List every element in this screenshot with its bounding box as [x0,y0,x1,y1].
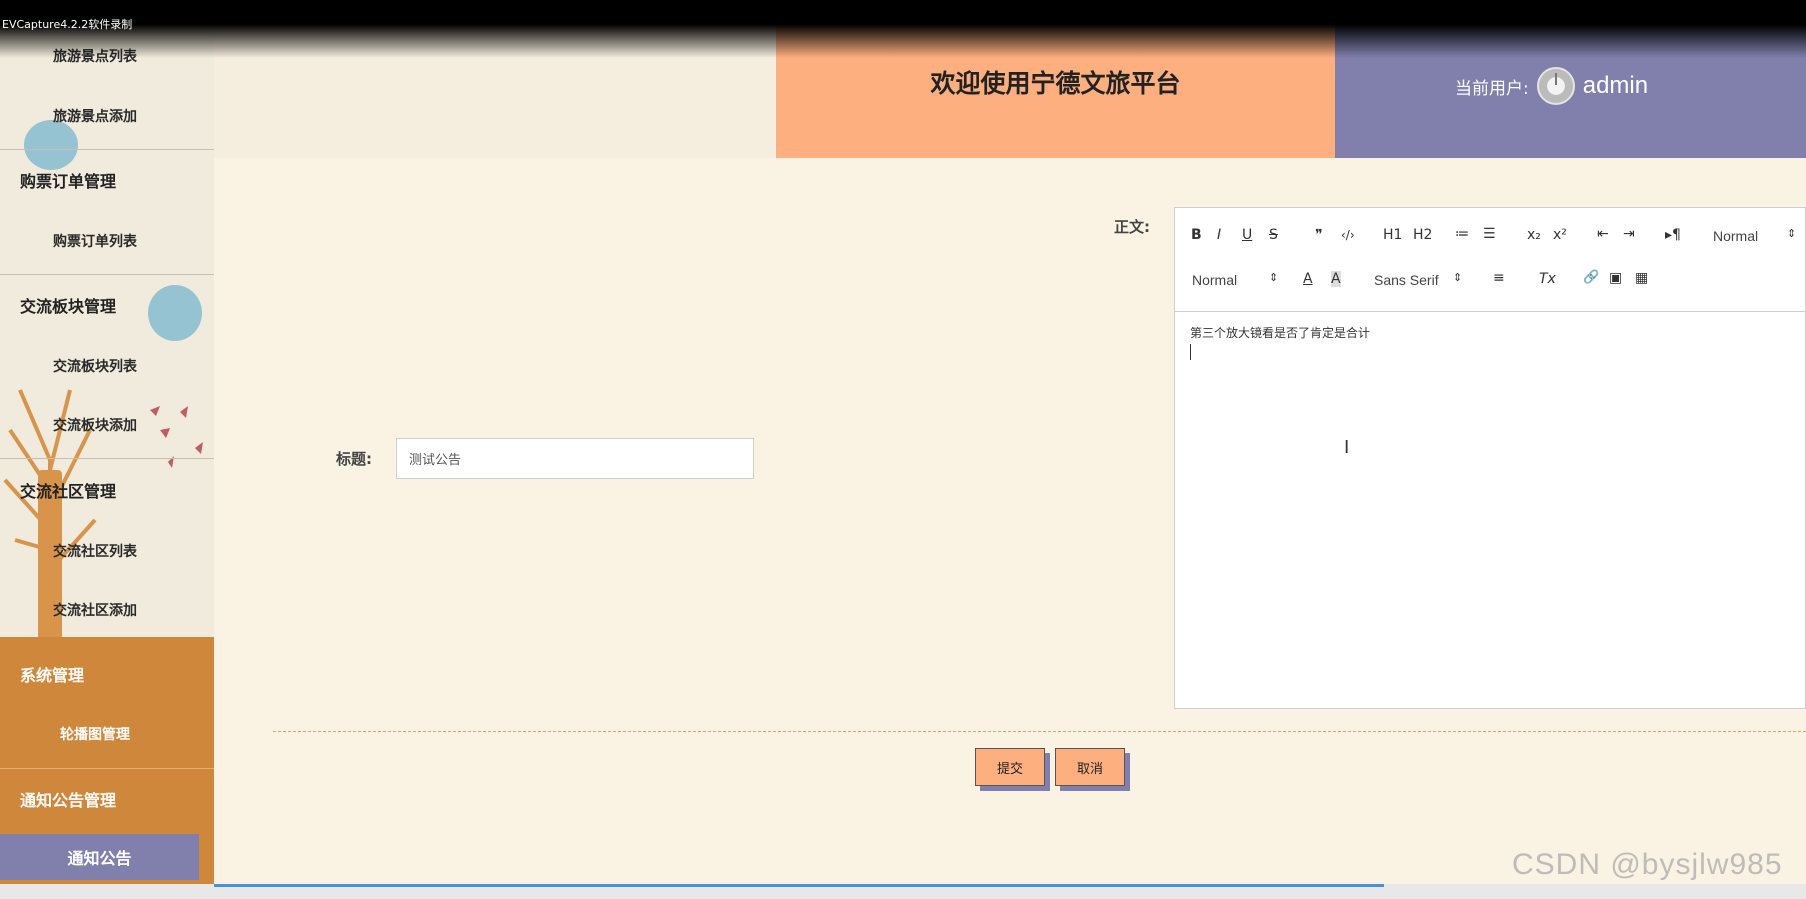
title-input[interactable] [396,438,754,479]
size-select[interactable]: Normal [1192,272,1237,288]
bottom-progress-bar [214,884,1384,887]
divider [0,274,214,275]
submit-button[interactable]: 提交 [975,748,1045,786]
divider [0,458,214,459]
chevron-updown-icon: ⇕ [1787,227,1797,240]
text-caret [1190,344,1191,360]
sidebar-item-scenic-list[interactable]: 旅游景点列表 [0,46,214,66]
outdent-icon[interactable]: ⇤ [1597,226,1609,242]
current-user-label: 当前用户: [1455,78,1529,99]
sidebar-item-label: 旅游景点添加 [53,109,137,125]
align-icon[interactable]: ≡ [1493,270,1505,286]
sidebar-item-label: 系统管理 [20,666,85,685]
app-frame: 欢迎使用宁德文旅平台 当前用户: admin 旅游景点列表 旅游景点添加 购票订… [0,0,1806,899]
italic-button[interactable]: I [1217,227,1221,243]
cloud-decoration [24,120,78,170]
sidebar-group-community[interactable]: 交流社区管理 [0,478,214,502]
sidebar-item-forum-section-add[interactable]: 交流板块添加 [0,415,214,435]
sidebar-item-ticket-order-list[interactable]: 购票订单列表 [0,231,214,251]
bold-button[interactable]: B [1191,227,1202,243]
text-direction-icon[interactable]: ▸¶ [1665,227,1681,243]
sidebar-item-label: 通知公告管理 [20,791,117,810]
sidebar-item-label: 交流板块添加 [53,418,137,434]
cancel-button[interactable]: 取消 [1055,748,1125,786]
header-left-panel [214,0,776,158]
sidebar-item-label: 交流板块列表 [53,359,137,375]
indent-icon[interactable]: ⇥ [1623,226,1635,242]
link-icon[interactable]: 🔗 [1583,270,1599,285]
sidebar-item-label: 交流社区列表 [53,544,137,560]
bullet-list-icon[interactable]: ☰ [1483,226,1496,242]
avatar[interactable] [1536,67,1575,105]
underline-button[interactable]: U [1242,227,1252,243]
sidebar-item-scenic-add[interactable]: 旅游景点添加 [0,106,214,126]
sidebar: 旅游景点列表 旅游景点添加 购票订单管理 购票订单列表 交流板块管理 交流板块列… [0,0,214,899]
divider [0,149,214,150]
strike-button[interactable]: S [1269,227,1278,243]
sidebar-item-label: 通知公告 [67,849,132,868]
sidebar-item-label: 旅游景点列表 [53,49,137,65]
body-label: 正文: [1114,218,1150,236]
sidebar-group-system[interactable]: 系统管理 [0,662,214,686]
sidebar-item-forum-section-list[interactable]: 交流板块列表 [0,356,214,376]
form-divider [273,731,1806,732]
image-icon[interactable]: ▣ [1609,270,1622,286]
sidebar-item-label: 交流社区添加 [53,603,137,619]
sidebar-item-community-add[interactable]: 交流社区添加 [0,600,214,620]
sidebar-group-forum-sections[interactable]: 交流板块管理 [0,293,214,317]
chevron-updown-icon: ⇕ [1453,271,1463,284]
header-select[interactable]: Normal [1713,228,1758,244]
ordered-list-icon[interactable]: ≔ [1455,226,1469,242]
sidebar-item-label: 购票订单列表 [53,234,137,250]
superscript-button[interactable]: x² [1553,227,1567,243]
sidebar-item-label: 购票订单管理 [20,172,117,191]
sidebar-item-label: 轮播图管理 [60,727,130,743]
heading1-button[interactable]: H1 [1383,227,1402,243]
editor-toolbar: B I U S ❞ ‹/› H1 H2 ≔ ☰ x₂ x² ⇤ ⇥ ▸¶ Nor… [1175,208,1806,312]
sidebar-item-carousel[interactable]: 轮播图管理 [0,724,214,744]
code-block-icon[interactable]: ‹/› [1341,228,1355,242]
current-user-name[interactable]: admin [1583,72,1648,100]
header-user-panel: 当前用户: admin [1335,0,1806,158]
font-color-icon[interactable]: A [1303,271,1313,287]
sidebar-item-label: 交流社区管理 [20,482,117,501]
page-title: 欢迎使用宁德文旅平台 [930,69,1181,98]
chevron-updown-icon: ⇕ [1269,271,1279,284]
video-icon[interactable]: ▦ [1635,270,1648,286]
editor-content[interactable]: 第三个放大镜看是否了肯定是合计 [1190,324,1790,341]
clear-format-icon[interactable]: Tx [1539,271,1556,287]
text-cursor-icon: I [1344,437,1350,458]
subscript-button[interactable]: x₂ [1527,227,1541,243]
sidebar-item-community-list[interactable]: 交流社区列表 [0,541,214,561]
watermark-text: CSDN @bysjlw985 [1512,848,1783,881]
sidebar-item-notice-active[interactable]: 通知公告 [0,834,199,880]
sidebar-group-ticket-orders[interactable]: 购票订单管理 [0,168,214,192]
sidebar-group-notices[interactable]: 通知公告管理 [0,787,214,811]
heading2-button[interactable]: H2 [1413,227,1432,243]
font-select[interactable]: Sans Serif [1374,272,1439,288]
recorder-label: EVCapture4.2.2软件录制 [2,18,133,31]
header-title-panel: 欢迎使用宁德文旅平台 [776,0,1335,158]
sidebar-item-label: 交流板块管理 [20,297,117,316]
rich-text-editor[interactable]: B I U S ❞ ‹/› H1 H2 ≔ ☰ x₂ x² ⇤ ⇥ ▸¶ Nor… [1174,207,1806,709]
divider [0,768,214,769]
background-color-icon[interactable]: A [1331,271,1341,287]
title-label: 标题: [336,450,372,468]
blockquote-icon[interactable]: ❞ [1315,227,1323,243]
